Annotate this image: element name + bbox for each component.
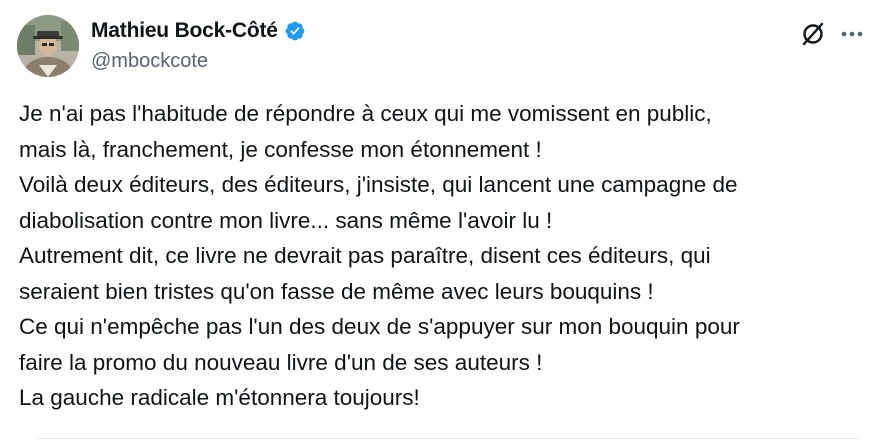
verified-badge-icon[interactable]	[284, 20, 306, 42]
tweet-text-line: Je n'ai pas l'habitude de répondre à ceu…	[19, 101, 712, 126]
avatar-image	[17, 15, 79, 77]
more-options-svg	[841, 31, 863, 37]
author-display-name[interactable]: Mathieu Bock-Côté	[91, 19, 278, 43]
tweet-text-line: faire la promo du nouveau livre d'un de …	[19, 349, 543, 375]
tweet-text-line: Ce qui n'empêche pas l'un des deux de s'…	[19, 314, 740, 339]
author-name-row: Mathieu Bock-Côté	[91, 17, 306, 45]
tweet: Mathieu Bock-Côté @mbockcote Je n'ai pas…	[0, 0, 894, 442]
tweet-text-line: seraient bien tristes qu'on fasse de mêm…	[19, 278, 654, 304]
tweet-text-line: La gauche radicale m'étonnera toujours!	[19, 385, 420, 410]
grok-icon-svg	[802, 22, 824, 46]
more-options-icon[interactable]	[838, 20, 866, 48]
grok-icon[interactable]	[799, 20, 827, 48]
tweet-text-line: Voilà deux éditeurs, des éditeurs, j'ins…	[19, 172, 738, 197]
author-avatar[interactable]	[17, 15, 79, 77]
tweet-text-line: diabolisation contre mon livre... sans m…	[19, 207, 553, 233]
tweet-text-line: Autrement dit, ce livre ne devrait pas p…	[19, 243, 711, 268]
divider	[38, 438, 858, 439]
verified-badge-svg	[285, 21, 305, 41]
tweet-text-line: mais là, franchement, je confesse mon ét…	[19, 136, 542, 162]
tweet-text: Je n'ai pas l'habitude de répondre à ceu…	[19, 96, 879, 416]
author-handle[interactable]: @mbockcote	[91, 50, 208, 73]
